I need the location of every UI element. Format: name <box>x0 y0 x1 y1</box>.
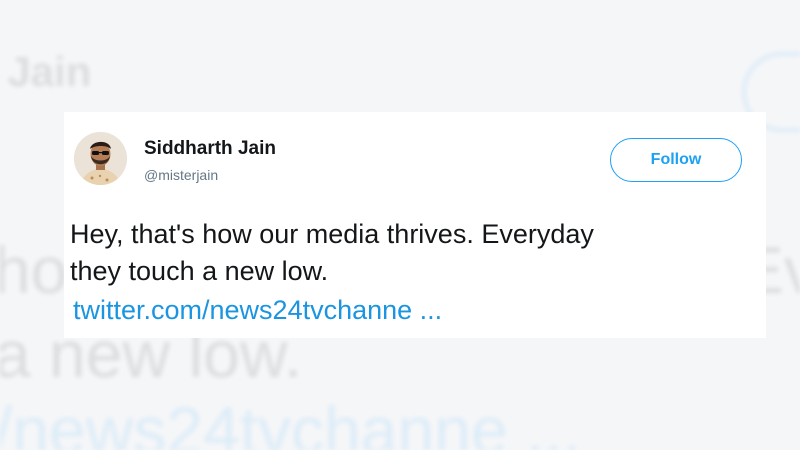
tweet-card: Siddharth Jain @misterjain Follow Hey, t… <box>64 112 766 338</box>
tweet-link[interactable]: twitter.com/news24tvchanne ... <box>73 295 442 326</box>
tweet-text-line-1: Hey, that's how our media thrives. Every… <box>70 219 594 249</box>
avatar[interactable] <box>74 132 127 185</box>
follow-button[interactable]: Follow <box>610 138 742 182</box>
background-name-fragment: h Jain <box>0 48 92 95</box>
author-handle[interactable]: @misterjain <box>144 167 218 183</box>
tweet-text: Hey, that's how our media thrives. Every… <box>70 216 760 290</box>
background-text-fragment-1: ho <box>0 233 68 307</box>
background-link-fragment: /news24tvchanne ... <box>0 393 582 450</box>
author-name[interactable]: Siddharth Jain <box>144 138 276 160</box>
tweet-text-line-2: they touch a new low. <box>70 256 329 286</box>
profile-photo-icon <box>74 132 127 185</box>
